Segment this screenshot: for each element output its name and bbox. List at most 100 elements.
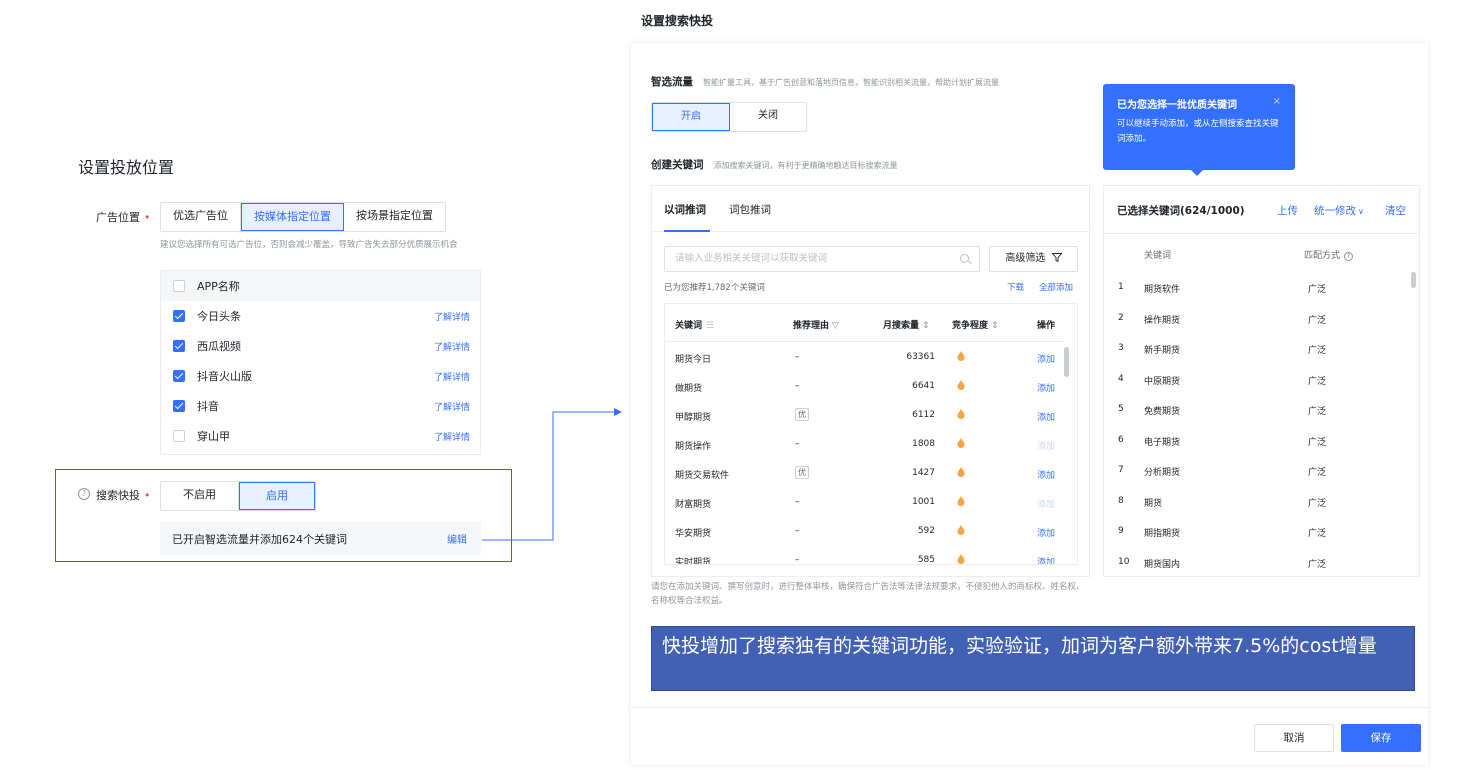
- search-fast-off-option[interactable]: 不启用: [161, 482, 239, 510]
- app-detail-link[interactable]: 了解详情: [434, 340, 470, 353]
- smart-traffic-title: 智选流量: [651, 76, 693, 88]
- keyword-row: 期货交易软件 优 1427 添加: [665, 459, 1065, 488]
- cancel-button[interactable]: 取消: [1254, 724, 1334, 752]
- recommend-reason: –: [795, 381, 800, 391]
- edit-link[interactable]: 编辑: [447, 531, 467, 546]
- add-keyword-link[interactable]: 添加: [1037, 468, 1055, 481]
- match-type-value[interactable]: 广泛: [1308, 526, 1326, 539]
- match-type-value[interactable]: 广泛: [1308, 282, 1326, 295]
- search-fast-on-option[interactable]: 启用: [239, 482, 315, 510]
- row-index: 6: [1118, 434, 1124, 445]
- clear-button[interactable]: 清空: [1385, 203, 1406, 218]
- tab-package-to-word[interactable]: 词包推词: [729, 202, 771, 217]
- col-keyword: 关键词: [1144, 251, 1172, 261]
- chevron-down-icon: ∨: [1358, 207, 1364, 216]
- add-keyword-link[interactable]: 添加: [1037, 526, 1055, 539]
- ad-position-label: 广告位置 •: [96, 211, 151, 224]
- help-icon[interactable]: ?: [78, 488, 90, 500]
- match-type-value[interactable]: 广泛: [1308, 404, 1326, 417]
- smart-traffic-on-option[interactable]: 开启: [652, 103, 730, 131]
- advanced-filter-button[interactable]: 高级筛选: [989, 246, 1078, 272]
- add-keyword-link[interactable]: 添加: [1037, 410, 1055, 423]
- search-icon[interactable]: [960, 254, 969, 263]
- app-row: 穿山甲 了解详情: [161, 421, 480, 451]
- app-checkbox[interactable]: [173, 310, 185, 322]
- app-checkbox[interactable]: [173, 400, 185, 412]
- close-icon[interactable]: ×: [1273, 96, 1281, 107]
- match-type-value[interactable]: 广泛: [1308, 435, 1326, 448]
- app-row: 抖音火山版 了解详情: [161, 361, 480, 391]
- fire-icon: [957, 467, 965, 480]
- upload-button[interactable]: 上传: [1277, 203, 1298, 218]
- keyword-text: 华安期货: [675, 529, 712, 539]
- recommend-reason-badge: 优: [795, 466, 809, 479]
- app-row: 抖音 了解详情: [161, 391, 480, 421]
- match-type-value[interactable]: 广泛: [1308, 343, 1326, 356]
- filter-icon[interactable]: ▽: [832, 321, 839, 331]
- help-icon[interactable]: ?: [1344, 252, 1354, 261]
- selected-keyword-row: 2 操作期货 广泛: [1104, 303, 1404, 333]
- compliance-note: 请您在添加关键词、撰写创意时，进行整体审核，确保符合广告法等法律法规要求，不侵犯…: [651, 582, 1085, 606]
- smart-traffic-desc: 智能扩量工具，基于广告创意和落地页信息，智能识别相关流量，帮助计划扩展流量: [703, 78, 999, 87]
- selected-keyword-text: 期货国内: [1144, 559, 1181, 570]
- search-fast-toggle: 不启用 启用: [160, 481, 316, 511]
- ad-position-hint: 建议您选择所有可选广告位，否则会减少覆盖，导致广告失去部分优质展示机会: [160, 240, 458, 250]
- row-index: 8: [1118, 495, 1124, 506]
- save-button[interactable]: 保存: [1341, 724, 1421, 752]
- keyword-text: 财富期货: [675, 500, 712, 510]
- app-detail-link[interactable]: 了解详情: [434, 370, 470, 383]
- match-type-value[interactable]: 广泛: [1308, 557, 1326, 570]
- add-keyword-link[interactable]: 添加: [1037, 439, 1055, 452]
- add-all-link[interactable]: 全部添加: [1039, 281, 1073, 293]
- app-detail-link[interactable]: 了解详情: [434, 310, 470, 323]
- add-keyword-link[interactable]: 添加: [1037, 555, 1055, 564]
- keyword-text: 实时期货: [675, 558, 712, 565]
- keyword-text: 期货操作: [675, 442, 712, 452]
- download-link[interactable]: 下载: [1007, 281, 1024, 293]
- sort-list-icon[interactable]: ☰: [706, 321, 714, 331]
- add-keyword-link[interactable]: 添加: [1037, 497, 1055, 510]
- row-index: 2: [1118, 312, 1124, 323]
- smart-traffic-off-option[interactable]: 关闭: [730, 103, 806, 131]
- match-type-value[interactable]: 广泛: [1308, 374, 1326, 387]
- row-index: 9: [1118, 526, 1124, 536]
- recommend-reason: –: [795, 352, 800, 362]
- app-row: 西瓜视频 了解详情: [161, 331, 480, 361]
- selected-keyword-text: 期指期货: [1144, 529, 1181, 539]
- col-volume: 月搜索量 ⇕: [883, 321, 930, 331]
- selected-keyword-text: 中原期货: [1144, 376, 1181, 387]
- batch-edit-dropdown[interactable]: 统一修改 ∨: [1314, 203, 1364, 218]
- col-competition: 竞争程度 ⇕: [952, 321, 999, 331]
- select-all-checkbox[interactable]: [173, 280, 185, 292]
- app-checkbox[interactable]: [173, 430, 185, 442]
- monthly-volume: 1001: [912, 497, 935, 507]
- sort-icon[interactable]: ⇕: [922, 321, 930, 331]
- add-keyword-link[interactable]: 添加: [1037, 381, 1055, 394]
- add-keyword-link[interactable]: 添加: [1037, 352, 1055, 365]
- app-checkbox[interactable]: [173, 340, 185, 352]
- ad-position-option-preferred[interactable]: 优选广告位: [161, 203, 241, 231]
- app-checkbox[interactable]: [173, 370, 185, 382]
- ad-position-option-by-media[interactable]: 按媒体指定位置: [241, 203, 344, 231]
- row-index: 10: [1118, 556, 1130, 567]
- keyword-row: 财富期货 – 1001 添加: [665, 488, 1065, 517]
- match-type-value[interactable]: 广泛: [1308, 465, 1326, 478]
- tab-word-to-word[interactable]: 以词推词: [664, 202, 706, 217]
- app-detail-link[interactable]: 了解详情: [434, 430, 470, 443]
- smart-traffic-toggle: 开启 关闭: [651, 102, 807, 132]
- keyword-text: 做期货: [675, 384, 703, 394]
- keyword-search-input[interactable]: 请输入业务相关关键词以获取关键词: [664, 246, 980, 272]
- filter-icon: [1051, 253, 1063, 263]
- sort-icon[interactable]: ⇕: [991, 321, 999, 331]
- app-detail-link[interactable]: 了解详情: [434, 400, 470, 413]
- app-name: 西瓜视频: [197, 340, 241, 353]
- keyword-row: 期货操作 – 1808 添加: [665, 430, 1065, 459]
- highlight-banner: 快投增加了搜索独有的关键词功能，实验验证，加词为客户额外带来7.5%的cost增…: [651, 626, 1415, 691]
- match-type-value[interactable]: 广泛: [1308, 496, 1326, 509]
- selected-count-title: 已选择关键词(624/1000): [1117, 205, 1245, 217]
- selected-scrollbar[interactable]: [1411, 272, 1416, 288]
- app-name: 抖音: [197, 400, 219, 413]
- match-type-value[interactable]: 广泛: [1308, 313, 1326, 326]
- ad-position-option-by-scene[interactable]: 按场景指定位置: [344, 203, 445, 231]
- selection-tooltip: 已为您选择一批优质关键词 可以继续手动添加，或从左侧搜索查找关键词添加。 ×: [1103, 84, 1295, 176]
